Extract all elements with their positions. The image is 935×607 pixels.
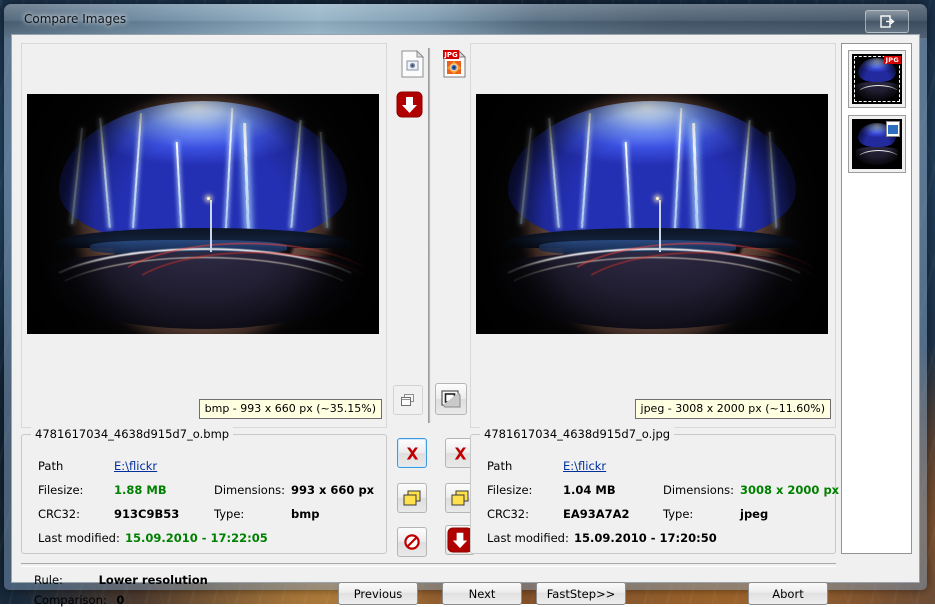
right-crc-value: EA93A7A2 [563, 507, 630, 521]
left-type-value: bmp [291, 507, 319, 521]
left-filename: 4781617034_4638d915d7_o.bmp [31, 427, 233, 441]
right-dimensions-value: 3008 x 2000 px [740, 483, 839, 497]
left-crc-value: 913C9B53 [114, 507, 179, 521]
left-file-type-icon [396, 47, 430, 81]
left-modified-label: Last modified: [38, 531, 120, 545]
bottom-separator [21, 563, 836, 567]
bmp-file-badge-icon [886, 121, 900, 137]
right-type-value: jpeg [740, 507, 768, 521]
left-image-preview[interactable] [27, 94, 379, 334]
comparison-row: Comparison: 0 [34, 593, 124, 607]
right-path-label: Path [487, 459, 512, 473]
copy-window-icon [401, 394, 415, 407]
left-duplicate-button[interactable] [397, 483, 427, 513]
photo-vignette [476, 94, 828, 334]
right-filesize-value: 1.04 MB [563, 483, 616, 497]
window-titlebar[interactable]: Compare Images [4, 4, 927, 38]
rule-value: Lower resolution [99, 573, 208, 587]
left-dimensions-value: 993 x 660 px [291, 483, 374, 497]
jpg-badge-icon: JPG [884, 56, 901, 64]
yellow-pages-icon [403, 490, 422, 507]
right-file-details: 4781617034_4638d915d7_o.jpg Path E:\flic… [470, 434, 836, 554]
no-entry-icon [404, 534, 420, 550]
red-x-icon [453, 446, 468, 461]
right-copy-button[interactable] [435, 383, 467, 415]
left-image-caption: bmp - 993 x 660 px (~35.15%) [199, 399, 382, 419]
left-modified-value: 15.09.2010 - 17:22:05 [125, 531, 268, 545]
right-type-label: Type: [663, 507, 693, 521]
right-modified-label: Last modified: [487, 531, 569, 545]
right-filename: 4781617034_4638d915d7_o.jpg [480, 427, 674, 441]
photo-vignette [27, 94, 379, 334]
exit-arrow-icon [880, 15, 895, 28]
left-file-details: 4781617034_4638d915d7_o.bmp Path E:\flic… [21, 434, 387, 554]
left-crc-label: CRC32: [38, 507, 80, 521]
left-copy-button[interactable] [393, 385, 423, 415]
right-filesize-label: Filesize: [487, 483, 532, 497]
next-button[interactable]: Next [442, 582, 522, 605]
left-filesize-label: Filesize: [38, 483, 83, 497]
faststep-button[interactable]: FastStep>> [536, 582, 626, 605]
left-dimensions-label: Dimensions: [214, 483, 285, 497]
comparison-value: 0 [116, 593, 124, 607]
yellow-pages-icon [451, 490, 470, 507]
right-image-preview[interactable] [476, 94, 828, 334]
rule-label: Rule: [34, 573, 63, 587]
thumbnail-item-0[interactable]: JPG [848, 50, 906, 108]
window-square-icon [441, 390, 461, 408]
right-dimensions-label: Dimensions: [663, 483, 734, 497]
right-modified-value: 15.09.2010 - 17:20:50 [574, 531, 717, 545]
left-type-label: Type: [214, 507, 244, 521]
thumbnail-image-0: JPG [852, 54, 902, 104]
restore-window-button[interactable] [865, 10, 909, 33]
comparison-label: Comparison: [34, 593, 107, 607]
left-delete-button[interactable] [397, 438, 427, 468]
red-x-icon [405, 446, 420, 461]
left-path-link[interactable]: E:\flickr [114, 459, 157, 473]
left-path-label: Path [38, 459, 63, 473]
center-action-toolbar: JPG [389, 43, 469, 428]
client-area: bmp - 993 x 660 px (~35.15%) [11, 34, 920, 583]
abort-button[interactable]: Abort [748, 582, 828, 605]
window-title: Compare Images [24, 12, 126, 26]
left-block-button[interactable] [397, 527, 427, 557]
right-file-type-icon: JPG [438, 47, 472, 81]
right-image-panel: jpeg - 3008 x 2000 px (~11.60%) [470, 43, 836, 428]
right-image-caption: jpeg - 3008 x 2000 px (~11.60%) [635, 399, 831, 419]
left-filesize-value: 1.88 MB [114, 483, 167, 497]
right-crc-label: CRC32: [487, 507, 529, 521]
left-move-down-button[interactable] [392, 87, 426, 121]
thumbnail-item-1[interactable] [848, 115, 906, 173]
compare-images-window: Compare Images [4, 4, 927, 590]
rule-row: Rule: Lower resolution [34, 573, 208, 587]
svg-text:JPG: JPG [443, 51, 458, 59]
left-image-panel: bmp - 993 x 660 px (~35.15%) [21, 43, 387, 428]
panel-divider [428, 48, 431, 423]
previous-button[interactable]: Previous [338, 582, 418, 605]
thumbnail-image-1 [852, 119, 902, 169]
right-path-link[interactable]: E:\flickr [563, 459, 606, 473]
thumbnail-list-panel[interactable]: JPG [841, 43, 912, 554]
